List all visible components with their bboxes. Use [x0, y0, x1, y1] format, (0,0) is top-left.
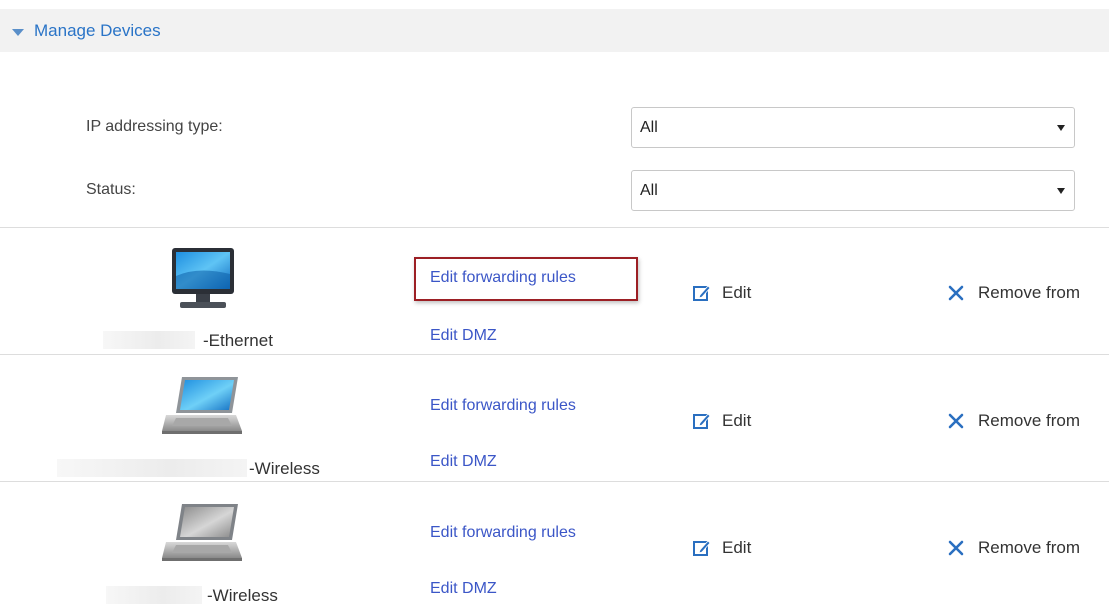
- ip-addressing-type-value: All: [640, 118, 658, 136]
- laptop-icon: [162, 377, 242, 434]
- device-name-redacted: [57, 459, 247, 477]
- device-row: -Ethernet Edit forwarding rules Edit DMZ…: [0, 227, 1109, 354]
- device-name-suffix: -Wireless: [249, 459, 320, 478]
- status-value: All: [640, 181, 658, 199]
- ip-addressing-type-label: IP addressing type:: [86, 118, 223, 135]
- edit-label: Edit: [722, 283, 752, 302]
- status-label: Status:: [86, 181, 136, 198]
- edit-label: Edit: [722, 411, 752, 430]
- dropdown-arrow-icon: [1057, 124, 1065, 131]
- remove-label: Remove from: [978, 538, 1081, 557]
- device-name-redacted: [106, 586, 202, 604]
- remove-button[interactable]: Remove from: [948, 283, 1080, 303]
- edit-button[interactable]: Edit: [692, 411, 751, 431]
- edit-label: Edit: [722, 538, 752, 557]
- manage-devices-header[interactable]: Manage Devices: [0, 9, 1109, 52]
- laptop-offline-icon: [162, 504, 242, 561]
- section-title[interactable]: Manage Devices: [34, 21, 161, 41]
- edit-pencil-icon: [693, 285, 711, 301]
- remove-button[interactable]: Remove from: [948, 411, 1080, 431]
- device-row: -Wireless Edit forwarding rules Edit DMZ…: [0, 481, 1109, 608]
- edit-dmz-link[interactable]: Edit DMZ: [430, 453, 497, 471]
- collapse-caret-icon[interactable]: [12, 28, 24, 36]
- edit-pencil-icon: [693, 413, 711, 429]
- device-row: -Wireless Edit forwarding rules Edit DMZ…: [0, 354, 1109, 481]
- close-icon: [948, 285, 964, 301]
- device-name-suffix: -Wireless: [207, 586, 278, 605]
- remove-label: Remove from: [978, 411, 1081, 430]
- edit-pencil-icon: [693, 540, 711, 556]
- dropdown-arrow-icon: [1057, 187, 1065, 194]
- edit-dmz-link[interactable]: Edit DMZ: [430, 580, 497, 598]
- status-select[interactable]: All: [631, 170, 1075, 211]
- desktop-monitor-icon: [172, 248, 234, 308]
- edit-button[interactable]: Edit: [692, 538, 751, 558]
- edit-forwarding-rules-link[interactable]: Edit forwarding rules: [430, 524, 576, 542]
- remove-button[interactable]: Remove from: [948, 538, 1080, 558]
- device-name-suffix: -Ethernet: [203, 331, 273, 350]
- close-icon: [948, 540, 964, 556]
- device-name-redacted: [103, 331, 195, 349]
- edit-forwarding-rules-link[interactable]: Edit forwarding rules: [430, 397, 576, 415]
- edit-dmz-link[interactable]: Edit DMZ: [430, 327, 497, 345]
- edit-forwarding-rules-link[interactable]: Edit forwarding rules: [430, 269, 576, 287]
- edit-button[interactable]: Edit: [692, 283, 751, 303]
- device-list: -Ethernet Edit forwarding rules Edit DMZ…: [0, 227, 1109, 608]
- close-icon: [948, 413, 964, 429]
- ip-addressing-type-select[interactable]: All: [631, 107, 1075, 148]
- remove-label: Remove from: [978, 283, 1081, 302]
